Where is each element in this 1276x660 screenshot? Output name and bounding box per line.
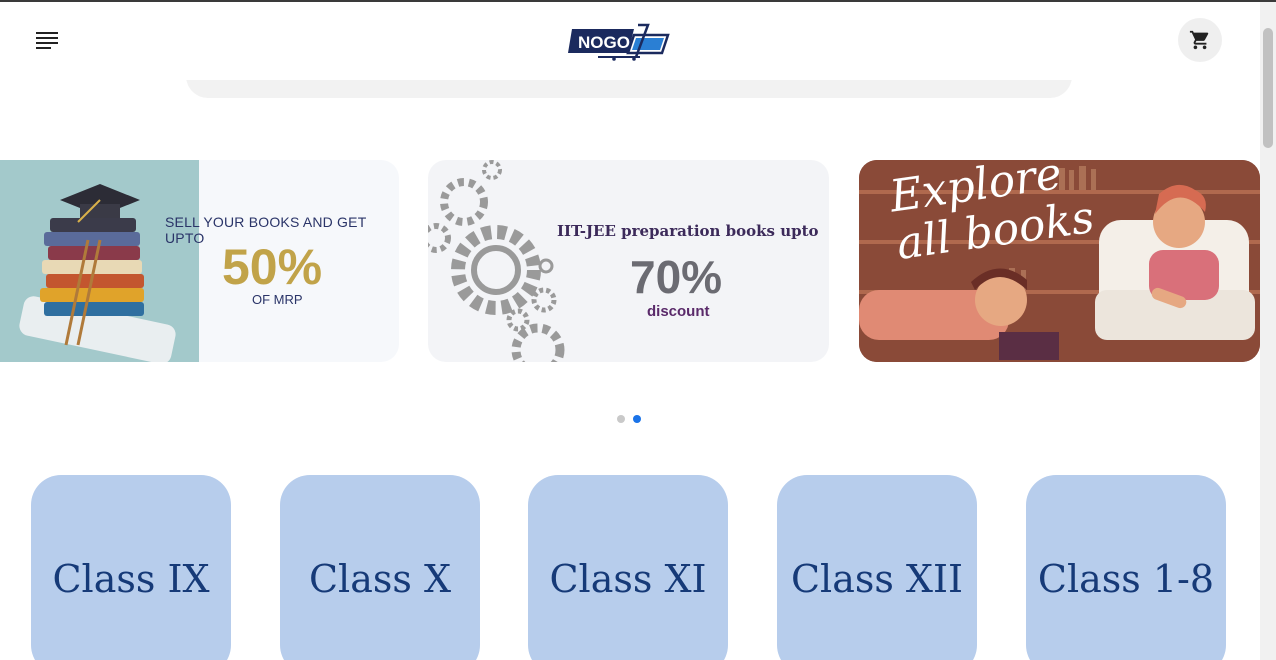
banner-iit-jee[interactable]: IIT-JEE preparation books upto 70% disco… — [428, 160, 829, 362]
page-scrollbar[interactable] — [1260, 2, 1276, 660]
class-card-1-8[interactable]: Class 1-8 — [1026, 475, 1226, 660]
class-card-ix[interactable]: Class IX — [31, 475, 231, 660]
shopping-cart-icon — [1189, 30, 1209, 50]
carousel-dot-1[interactable] — [617, 415, 625, 423]
cart-button[interactable] — [1178, 18, 1222, 62]
banner-2-subtext: discount — [647, 303, 710, 320]
class-card-x[interactable]: Class X — [280, 475, 480, 660]
carousel-dots — [617, 415, 641, 423]
banner-2-percentage: 70% — [630, 251, 723, 303]
banner-1-percentage: 50% — [222, 239, 323, 295]
carousel-dot-2[interactable] — [633, 415, 641, 423]
scrollbar-thumb[interactable] — [1263, 28, 1273, 148]
nogo-logo-icon: NOGO — [568, 23, 670, 61]
banner-sell-books[interactable]: SELL YOUR BOOKS AND GET UPTO 50% OF MRP — [0, 160, 399, 362]
hamburger-menu-icon[interactable] — [36, 32, 58, 50]
class-card-xi[interactable]: Class XI — [528, 475, 728, 660]
logo-wordmark: NOGO — [578, 33, 630, 52]
class-card-label: Class 1-8 — [1037, 557, 1215, 601]
site-logo[interactable]: NOGO — [568, 21, 670, 61]
top-header: NOGO — [0, 2, 1260, 80]
banner-1-subtext: OF MRP — [252, 292, 303, 307]
banner-explore-books[interactable]: Explore all books — [859, 160, 1260, 362]
class-card-xii[interactable]: Class XII — [777, 475, 977, 660]
class-card-label: Class XI — [549, 557, 707, 601]
class-card-label: Class X — [308, 557, 452, 601]
books-phone-illustration — [0, 160, 199, 362]
class-card-label: Class XII — [790, 557, 964, 601]
gears-illustration — [428, 160, 565, 362]
class-card-label: Class IX — [52, 557, 210, 601]
banner-2-headline: IIT-JEE preparation books upto — [557, 222, 819, 240]
